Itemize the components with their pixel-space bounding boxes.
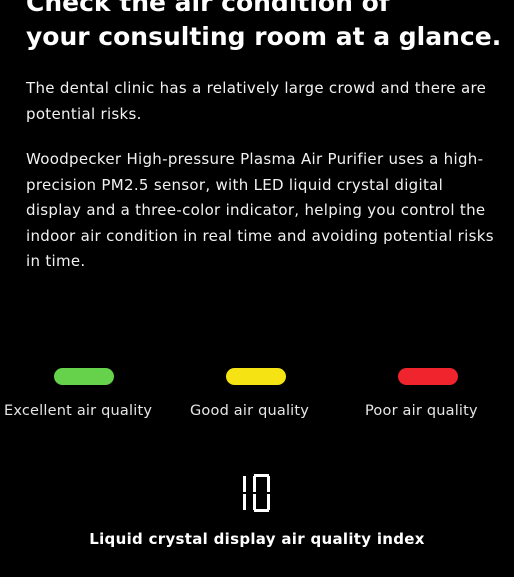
excellent-air-quality-label: Excellent air quality bbox=[4, 403, 153, 419]
lcd-caption: Liquid crystal display air quality index bbox=[89, 530, 425, 548]
red-indicator-light bbox=[398, 368, 458, 385]
lcd-digits-icon bbox=[243, 474, 270, 512]
headline-line-1: Check the air condition of bbox=[26, 0, 390, 17]
good-air-quality-label: Good air quality bbox=[190, 403, 310, 419]
headline: Check the air condition of your consulti… bbox=[26, 0, 514, 54]
intro-paragraph: The dental clinic has a relatively large… bbox=[26, 79, 487, 123]
lcd-air-quality-readout: 10 bbox=[239, 474, 273, 512]
description-paragraph: Woodpecker High-pressure Plasma Air Puri… bbox=[26, 150, 494, 270]
yellow-indicator-light bbox=[226, 368, 286, 385]
poor-air-quality-label: Poor air quality bbox=[365, 403, 478, 419]
green-indicator-light bbox=[54, 368, 114, 385]
headline-line-2: your consulting room at a glance. bbox=[26, 22, 502, 51]
